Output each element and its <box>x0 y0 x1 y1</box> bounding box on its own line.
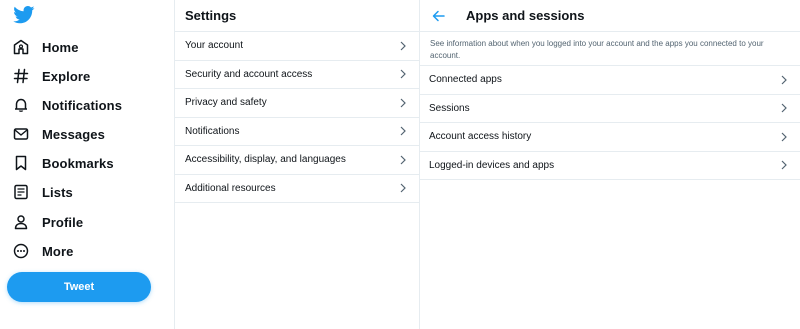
apps-item-connected-apps[interactable]: Connected apps <box>420 66 800 95</box>
bell-icon <box>12 96 30 114</box>
apps-item-label: Account access history <box>429 131 532 143</box>
nav-item-notifications[interactable]: Notifications <box>12 93 122 117</box>
nav-item-more[interactable]: More <box>12 239 73 263</box>
chevron-right-icon <box>781 103 787 113</box>
apps-title: Apps and sessions <box>466 8 585 23</box>
nav-item-lists[interactable]: Lists <box>12 180 73 204</box>
apps-sessions-column: Apps and sessions See information about … <box>419 0 800 329</box>
nav-item-messages[interactable]: Messages <box>12 122 105 146</box>
apps-description: See information about when you logged in… <box>420 32 800 66</box>
settings-item-label: Security and account access <box>185 68 313 80</box>
settings-item-label: Accessibility, display, and languages <box>185 154 346 166</box>
settings-title: Settings <box>185 8 237 23</box>
settings-item-notifications[interactable]: Notifications <box>175 118 419 146</box>
apps-item-label: Connected apps <box>429 74 502 86</box>
nav-label-home: Home <box>42 39 79 55</box>
list-icon <box>12 183 30 201</box>
chevron-right-icon <box>781 132 787 142</box>
apps-item-label: Sessions <box>429 102 470 114</box>
nav-label-explore: Explore <box>42 68 91 84</box>
nav-label-lists: Lists <box>42 184 73 200</box>
chevron-right-icon <box>781 160 787 170</box>
nav-item-profile[interactable]: Profile <box>12 210 83 234</box>
apps-item-label: Logged-in devices and apps <box>429 159 555 171</box>
settings-item-label: Privacy and safety <box>185 97 267 109</box>
settings-header: Settings <box>175 0 419 32</box>
back-arrow-icon[interactable] <box>432 9 446 23</box>
nav-label-profile: Profile <box>42 214 84 230</box>
home-icon <box>12 38 30 56</box>
more-icon <box>12 242 30 260</box>
apps-item-logged-in-devices[interactable]: Logged-in devices and apps <box>420 152 800 180</box>
bookmark-icon <box>12 154 30 172</box>
left-navigation: Home Explore Notifications Messages Book… <box>0 0 174 329</box>
nav-label-more: More <box>42 243 74 259</box>
twitter-bird-icon[interactable] <box>13 6 35 24</box>
chevron-right-icon <box>400 98 406 108</box>
nav-label-bookmarks: Bookmarks <box>42 155 114 171</box>
apps-item-account-access-history[interactable]: Account access history <box>420 123 800 152</box>
envelope-icon <box>12 125 30 143</box>
chevron-right-icon <box>400 126 406 136</box>
nav-label-notifications: Notifications <box>42 97 123 113</box>
settings-item-additional-resources[interactable]: Additional resources <box>175 175 419 203</box>
chevron-right-icon <box>400 183 406 193</box>
settings-item-security[interactable]: Security and account access <box>175 61 419 89</box>
settings-item-privacy[interactable]: Privacy and safety <box>175 89 419 118</box>
nav-item-bookmarks[interactable]: Bookmarks <box>12 151 114 175</box>
settings-column: Settings Your account Security and accou… <box>174 0 419 329</box>
apps-header: Apps and sessions <box>420 0 800 32</box>
settings-item-label: Your account <box>185 40 244 52</box>
settings-item-label: Additional resources <box>185 182 276 194</box>
chevron-right-icon <box>400 69 406 79</box>
nav-item-home[interactable]: Home <box>12 35 79 59</box>
chevron-right-icon <box>400 41 406 51</box>
hashtag-icon <box>12 67 30 85</box>
apps-item-sessions[interactable]: Sessions <box>420 95 800 123</box>
chevron-right-icon <box>781 75 787 85</box>
nav-label-messages: Messages <box>42 126 105 142</box>
settings-item-accessibility[interactable]: Accessibility, display, and languages <box>175 146 419 175</box>
nav-item-explore[interactable]: Explore <box>12 64 90 88</box>
chevron-right-icon <box>400 155 406 165</box>
settings-item-your-account[interactable]: Your account <box>175 32 419 61</box>
tweet-button[interactable]: Tweet <box>7 272 151 302</box>
settings-item-label: Notifications <box>185 125 240 137</box>
person-icon <box>12 213 30 231</box>
